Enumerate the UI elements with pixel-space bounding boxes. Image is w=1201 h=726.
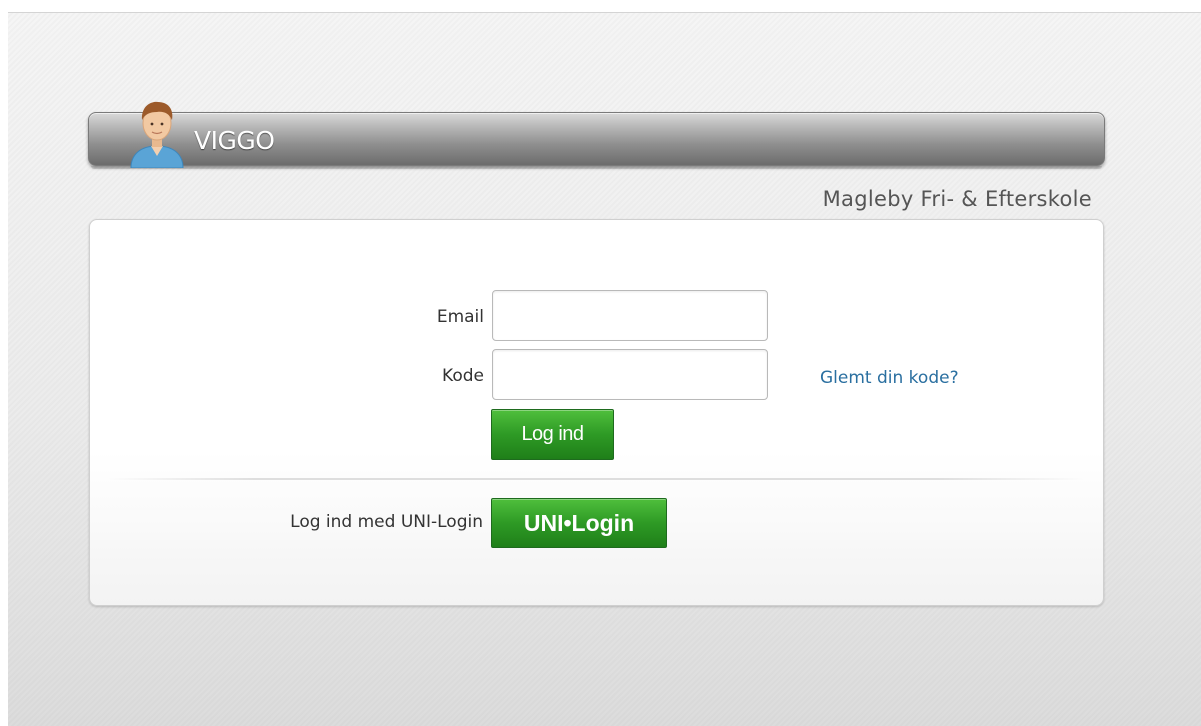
uni-login-label: Log ind med UNI-Login (290, 512, 483, 532)
uni-login-button[interactable]: UNI•Login (491, 498, 667, 548)
person-avatar-icon (130, 101, 184, 168)
password-label: Kode (442, 366, 484, 386)
school-name: Magleby Fri- & Efterskole (822, 187, 1092, 211)
divider (107, 478, 1085, 480)
forgot-password-link[interactable]: Glemt din kode? (820, 368, 959, 388)
app-logo-text: VIGGO (194, 126, 275, 155)
email-field[interactable] (492, 290, 768, 341)
login-button[interactable]: Log ind (491, 409, 614, 460)
email-label: Email (436, 307, 484, 327)
password-field[interactable] (492, 349, 768, 400)
